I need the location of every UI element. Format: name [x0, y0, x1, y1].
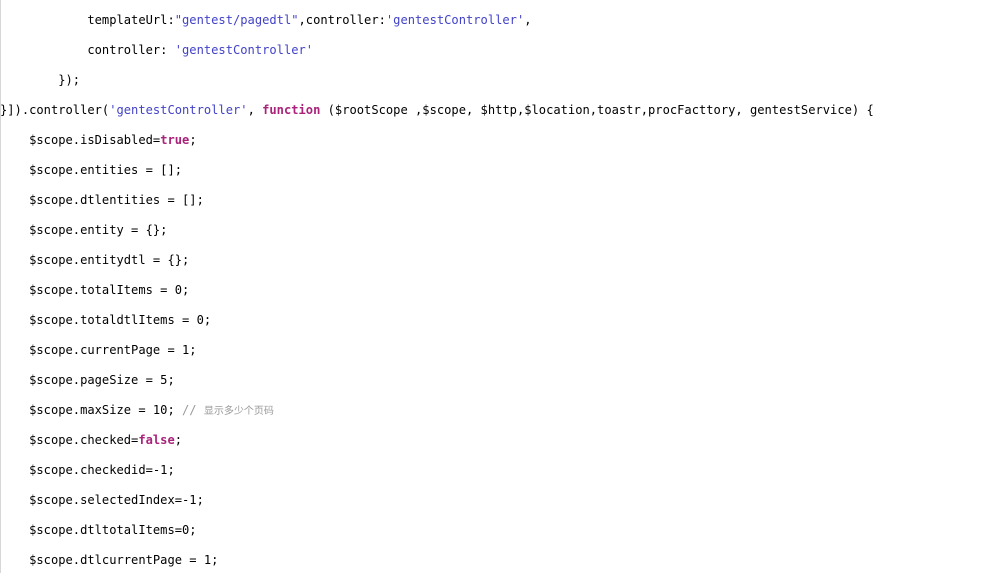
code-token-plain: $scope.entities = [];	[29, 163, 183, 178]
code-token-kw: false	[138, 433, 175, 448]
code-token-plain: ,controller:	[298, 13, 386, 28]
code-token-plain: $scope.entity = {};	[29, 223, 168, 238]
code-token-plain: $scope.pageSize = 5;	[29, 373, 175, 388]
code-line: $scope.dtltotalItems=0;	[0, 523, 1002, 538]
code-token-kw: function	[262, 103, 321, 118]
code-line: $scope.checked=false;	[0, 433, 1002, 448]
code-token-str: "gentest/pagedtl"	[174, 13, 299, 28]
code-token-plain: }]).controller(	[0, 103, 110, 118]
code-token-plain: $scope.selectedIndex=-1;	[29, 493, 204, 508]
code-line: $scope.checkedid=-1;	[0, 463, 1002, 478]
code-line: $scope.totalItems = 0;	[0, 283, 1002, 298]
code-token-plain: $scope.checkedid=-1;	[29, 463, 175, 478]
code-token-plain: $scope.currentPage = 1;	[29, 343, 197, 358]
code-line: $scope.entity = {};	[0, 223, 1002, 238]
code-token-plain: templateUrl:	[87, 13, 175, 28]
code-line: $scope.isDisabled=true;	[0, 133, 1002, 148]
code-token-kw: true	[160, 133, 190, 148]
source-code-block[interactable]: templateUrl:"gentest/pagedtl",controller…	[0, 12, 1002, 573]
code-token-plain: $scope.maxSize = 10;	[29, 403, 183, 418]
code-token-plain: $scope.dtlcurrentPage = 1;	[29, 553, 219, 568]
code-editor-viewport: templateUrl:"gentest/pagedtl",controller…	[0, 0, 1002, 573]
code-line: controller: 'gentestController'	[0, 43, 1002, 58]
code-token-plain: controller:	[87, 43, 175, 58]
code-token-plain: $scope.checked=	[29, 433, 139, 448]
code-token-str: 'gentestController'	[109, 103, 248, 118]
code-line: $scope.dtlcurrentPage = 1;	[0, 553, 1002, 568]
code-token-str: 'gentestController'	[174, 43, 314, 58]
code-token-plain: $scope.dtltotalItems=0;	[29, 523, 197, 538]
code-token-cmt: //	[182, 403, 204, 418]
code-line: $scope.currentPage = 1;	[0, 343, 1002, 358]
code-line: }]).controller('gentestController', func…	[0, 103, 1002, 118]
code-token-plain: ($rootScope ,$scope, $http,$location,toa…	[320, 103, 874, 118]
code-line: $scope.maxSize = 10; // 显示多少个页码	[0, 403, 1002, 418]
code-token-plain: $scope.dtlentities = [];	[29, 193, 204, 208]
code-token-cmt-cjk: 显示多少个页码	[203, 406, 274, 418]
code-token-plain: $scope.totalItems = 0;	[29, 283, 190, 298]
code-line: templateUrl:"gentest/pagedtl",controller…	[0, 13, 1002, 28]
code-token-plain: $scope.isDisabled=	[29, 133, 161, 148]
code-line: });	[0, 73, 1002, 88]
code-token-plain: $scope.entitydtl = {};	[29, 253, 190, 268]
code-line: $scope.entitydtl = {};	[0, 253, 1002, 268]
code-token-plain: ;	[189, 133, 197, 148]
code-line: $scope.totaldtlItems = 0;	[0, 313, 1002, 328]
code-token-str: 'gentestController'	[385, 13, 525, 28]
code-token-plain: ,	[247, 103, 263, 118]
code-line: $scope.selectedIndex=-1;	[0, 493, 1002, 508]
code-token-plain: ,	[524, 13, 532, 28]
code-line: $scope.entities = [];	[0, 163, 1002, 178]
code-token-plain: ;	[174, 433, 183, 448]
code-token-plain: });	[58, 73, 81, 88]
code-line: $scope.pageSize = 5;	[0, 373, 1002, 388]
code-line: $scope.dtlentities = [];	[0, 193, 1002, 208]
code-token-plain: $scope.totaldtlItems = 0;	[29, 313, 212, 328]
